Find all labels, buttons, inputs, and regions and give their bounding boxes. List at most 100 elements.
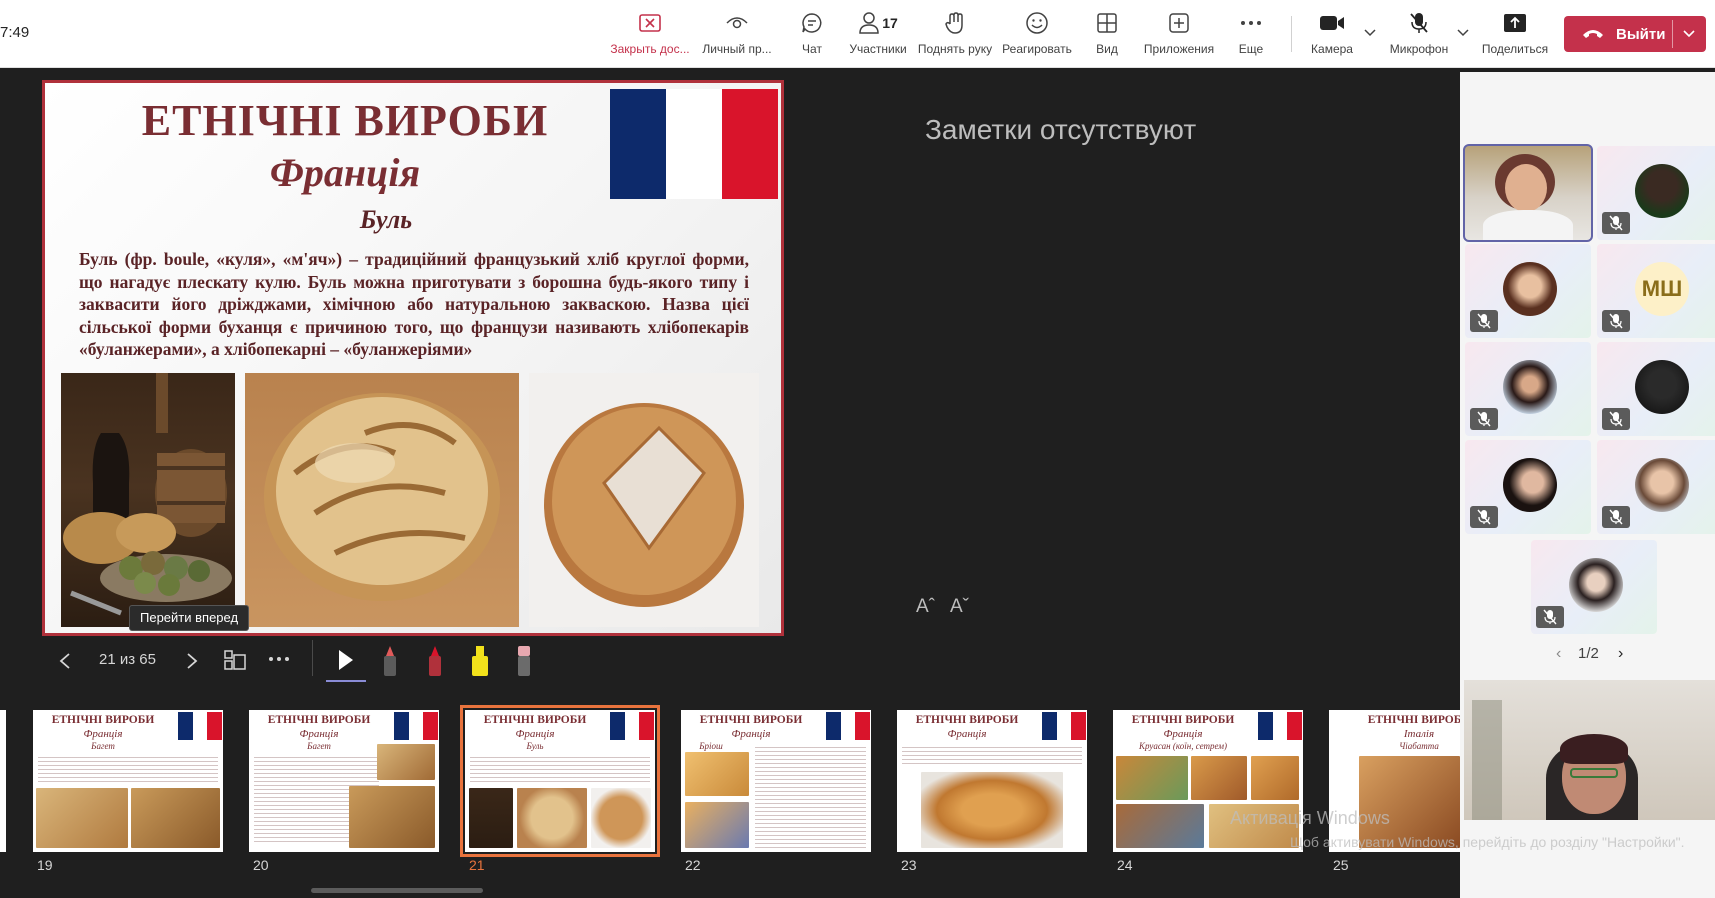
slide-thumbnail-25[interactable]: ЕТНІЧНІ ВИРОБИ Італія Чіабатта (1329, 710, 1460, 852)
raise-hand-button[interactable]: Поднять руку (916, 8, 994, 60)
speaker-notes-empty: Заметки отсутствуют (925, 114, 1197, 145)
thumb-boule-image (517, 788, 587, 848)
filmstrip-scrollbar[interactable] (311, 888, 483, 893)
thumb-title: ЕТНІЧНІ ВИРОБИ (51, 714, 155, 726)
windows-activation-title: Активація Windows (1230, 808, 1390, 828)
hang-up-icon (1582, 28, 1612, 40)
meeting-toolbar: 7:49 Закрыть дос... Личный пр... Чат 17 … (0, 0, 1715, 68)
pen-gray-icon[interactable] (380, 644, 400, 678)
participant-avatar (1635, 164, 1689, 218)
mic-options-chevron-icon[interactable] (1456, 26, 1470, 40)
slide-subtitle: Франція (269, 150, 421, 195)
microphone-button[interactable]: Микрофон (1386, 8, 1452, 60)
private-view-label: Личный пр... (702, 42, 772, 56)
thumb-flag-image (826, 712, 871, 740)
thumb-number-21: 21 (469, 857, 485, 873)
apps-button[interactable]: Приложения (1140, 8, 1218, 60)
smiley-icon (1022, 8, 1052, 38)
increase-font-button[interactable]: Aˆ (916, 596, 935, 618)
thumb-pastry-image (1116, 756, 1188, 800)
thumb-flag-image (178, 712, 223, 740)
camera-icon (1317, 8, 1347, 38)
thumb-pastry-image (1116, 804, 1204, 848)
thumb-flag-image (1042, 712, 1087, 740)
more-button[interactable]: Еще (1236, 8, 1266, 60)
thumb-item: Багет (307, 741, 331, 751)
presenter-more-icon[interactable] (268, 656, 290, 662)
eraser-icon[interactable] (514, 644, 534, 678)
all-slides-grid-icon[interactable] (224, 650, 246, 670)
participant-tile[interactable] (1597, 342, 1715, 436)
camera-options-chevron-icon[interactable] (1363, 26, 1377, 40)
slide-thumbnail-21-active[interactable]: ЕТНІЧНІ ВИРОБИ Франція Буль (460, 705, 660, 857)
leave-button[interactable]: Выйти (1564, 16, 1706, 52)
leave-label: Выйти (1616, 25, 1666, 43)
participant-avatar (1503, 262, 1557, 316)
pen-red-icon[interactable] (425, 644, 445, 678)
slide-thumbnail-24[interactable]: ЕТНІЧНІ ВИРОБИ Франція Круасан (коїн, се… (1113, 710, 1303, 852)
slide-title: ЕТНІЧНІ ВИРОБИ (141, 96, 549, 145)
participants-label: Участники (849, 42, 907, 56)
share-button[interactable]: Поделиться (1480, 8, 1550, 60)
slide-thumbnail-23[interactable]: ЕТНІЧНІ ВИРОБИ Франція (897, 710, 1087, 852)
participant-avatar (1569, 558, 1623, 612)
participants-button[interactable]: 17 Участники (846, 8, 910, 60)
filmstrip-partial-thumb[interactable] (0, 710, 6, 852)
next-slide-tooltip: Перейти вперед (129, 605, 250, 631)
decrease-font-button[interactable]: Aˇ (950, 596, 969, 618)
thumb-text-lines (38, 754, 218, 784)
private-view-button[interactable]: Личный пр... (698, 8, 776, 60)
france-flag-image (610, 89, 778, 199)
next-slide-icon[interactable] (185, 652, 199, 670)
participant-tile[interactable] (1465, 440, 1591, 534)
slide-thumbnail-22[interactable]: ЕТНІЧНІ ВИРОБИ Франція Бріош (681, 710, 871, 852)
slide-body-text: Буль (фр. boule, «куля», «м'яч») – тради… (79, 249, 749, 359)
thumb-painting-image (469, 788, 513, 848)
participant-initials: МШ (1635, 262, 1689, 316)
self-view-person-hair (1560, 734, 1628, 764)
participant-tile[interactable] (1465, 244, 1591, 338)
thumb-number-23: 23 (901, 857, 917, 873)
mic-muted-icon (1536, 606, 1564, 628)
laser-pointer-button[interactable] (326, 642, 366, 682)
react-button[interactable]: Реагировать (1000, 8, 1074, 60)
share-label: Поделиться (1481, 42, 1549, 56)
mic-muted-icon (1602, 408, 1630, 430)
participant-tile[interactable] (1597, 146, 1715, 240)
view-button[interactable]: Вид (1090, 8, 1124, 60)
thumb-title: ЕТНІЧНІ ВИРОБИ (915, 714, 1019, 726)
mic-muted-icon (1470, 310, 1498, 332)
slide-thumbnail-20[interactable]: ЕТНІЧНІ ВИРОБИ Франція Багет (249, 710, 439, 852)
thumb-baguette-image (36, 788, 128, 848)
self-view-video[interactable] (1464, 680, 1715, 820)
camera-button[interactable]: Камера (1308, 8, 1356, 60)
participant-tile-speaking[interactable] (1463, 144, 1593, 242)
add-app-icon (1164, 8, 1194, 38)
participant-tile[interactable] (1465, 342, 1591, 436)
participant-tile[interactable]: МШ (1597, 244, 1715, 338)
previous-slide-icon[interactable] (58, 652, 72, 670)
next-page-chevron-icon[interactable]: › (1618, 645, 1623, 663)
leave-options-chevron-icon[interactable] (1682, 27, 1696, 41)
windows-activation-text: Щоб активувати Windows, перейдіть до роз… (1290, 834, 1685, 850)
prev-page-chevron-icon[interactable]: ‹ (1556, 645, 1561, 663)
thumb-number-25: 25 (1333, 857, 1349, 873)
camera-label: Камера (1311, 42, 1353, 56)
thumb-flag-image (610, 712, 655, 740)
react-label: Реагировать (1002, 42, 1072, 56)
chat-button[interactable]: Чат (792, 8, 832, 60)
participant-tile[interactable] (1531, 540, 1657, 634)
mic-muted-icon (1470, 506, 1498, 528)
mic-muted-icon (1470, 408, 1498, 430)
highlighter-icon[interactable] (468, 644, 492, 678)
participant-tile[interactable] (1597, 440, 1715, 534)
thumb-title: ЕТНІЧНІ ВИРОБИ (699, 714, 803, 726)
participant-avatar (1635, 360, 1689, 414)
thumb-title: ЕТНІЧНІ ВИРОБИ (267, 714, 371, 726)
participants-count: 17 (882, 15, 898, 31)
slide-thumbnail-19[interactable]: ЕТНІЧНІ ВИРОБИ Франція Багет (33, 710, 223, 852)
participants-pager: 1/2 (1578, 645, 1599, 662)
thumb-country: Італія (1403, 728, 1435, 740)
close-share-button[interactable]: Закрыть дос... (610, 8, 690, 60)
more-dots-icon (1236, 8, 1266, 38)
